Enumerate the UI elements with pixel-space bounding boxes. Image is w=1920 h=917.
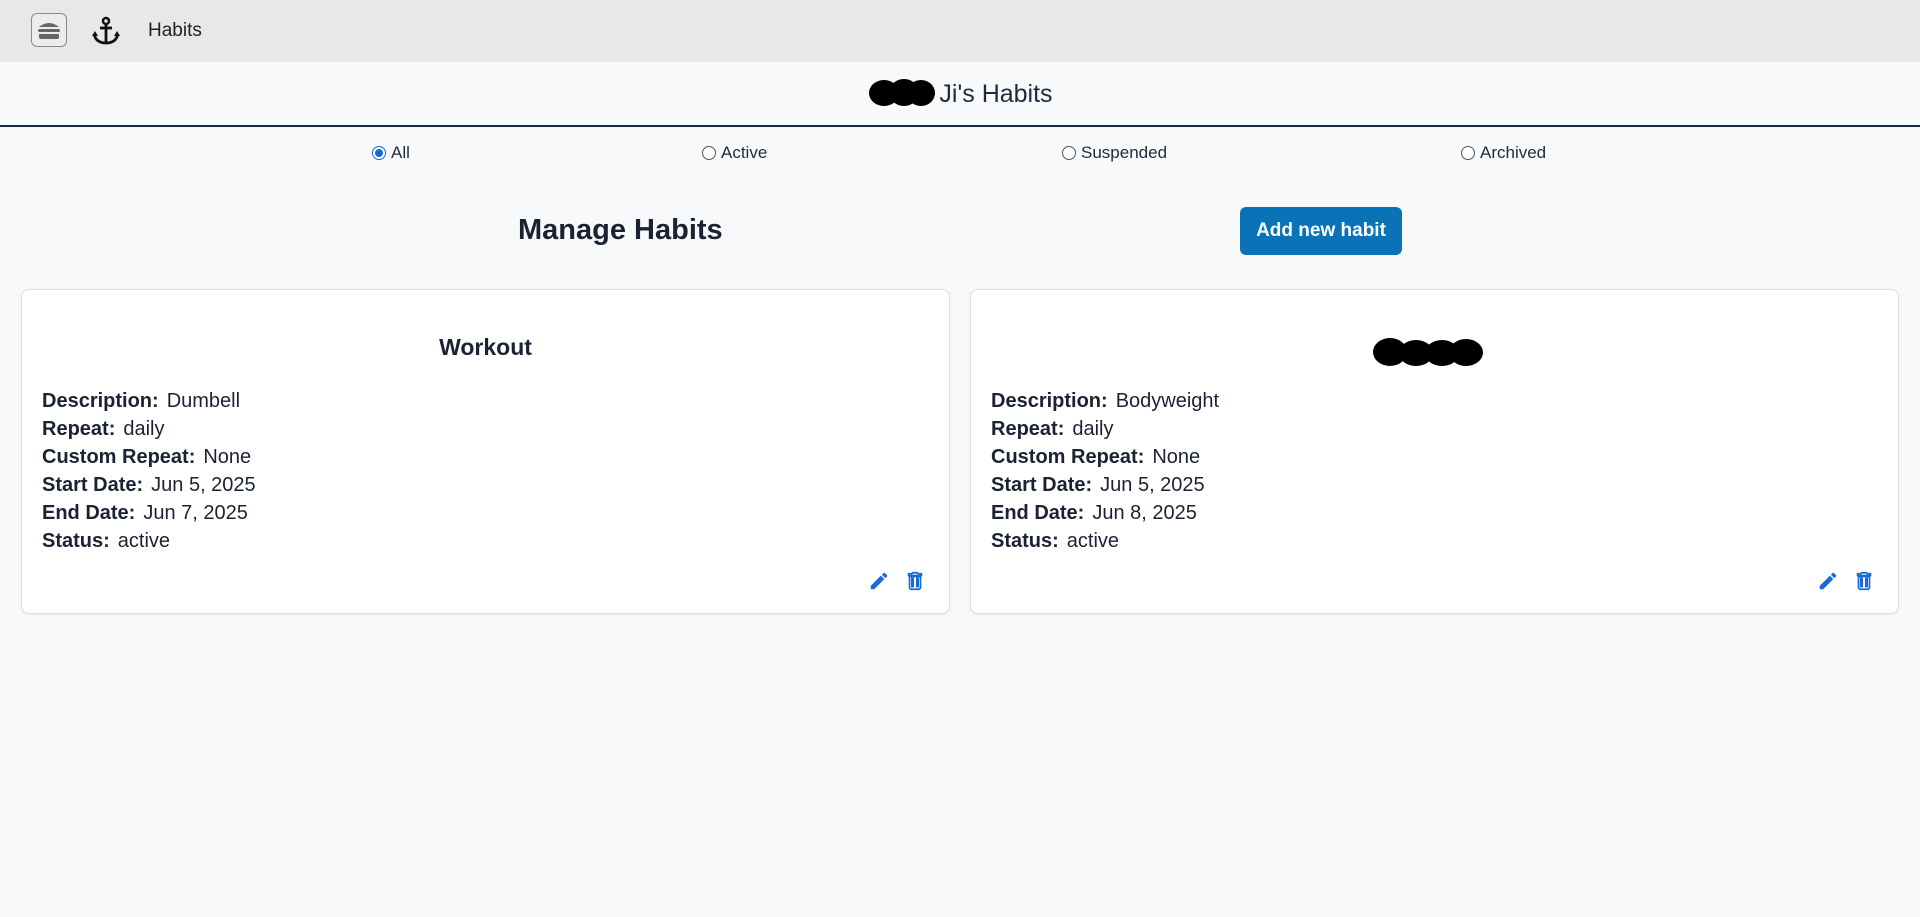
trash-icon[interactable] <box>903 569 927 593</box>
redacted-habit-title <box>1371 335 1501 367</box>
menu-button[interactable] <box>31 13 67 47</box>
custom-repeat-label: Custom Repeat: <box>991 446 1145 468</box>
filter-archived[interactable]: Archived <box>1461 143 1546 163</box>
page-title: Ji's Habits <box>0 77 1920 110</box>
status-label: Status: <box>991 530 1059 552</box>
end-date-value: Jun 7, 2025 <box>143 502 248 524</box>
radio-all[interactable] <box>372 146 386 160</box>
status-row: Status: active <box>42 527 256 555</box>
description-value: Dumbell <box>166 390 241 412</box>
card-actions <box>1816 569 1876 593</box>
status-value: active <box>1066 530 1120 552</box>
filter-active[interactable]: Active <box>702 143 767 163</box>
description-value: Bodyweight <box>1115 390 1220 412</box>
anchor-icon[interactable] <box>89 14 123 48</box>
page-header: Ji's Habits <box>0 62 1920 127</box>
description-row: Description: Bodyweight <box>991 387 1219 415</box>
end-date-label: End Date: <box>42 502 136 524</box>
trash-icon[interactable] <box>1852 569 1876 593</box>
radio-suspended[interactable] <box>1062 146 1076 160</box>
status-filter-group: All Active Suspended Archived <box>0 143 1920 167</box>
nav-habits-link[interactable]: Habits <box>148 20 202 42</box>
description-label: Description: <box>991 390 1108 412</box>
start-date-label: Start Date: <box>991 474 1093 496</box>
custom-repeat-value: None <box>1152 446 1201 468</box>
start-date-value: Jun 5, 2025 <box>1100 474 1205 496</box>
filter-suspended-label: Suspended <box>1081 143 1168 162</box>
card-actions <box>867 569 927 593</box>
end-date-value: Jun 8, 2025 <box>1092 502 1197 524</box>
custom-repeat-row: Custom Repeat: None <box>991 443 1219 471</box>
habit-card: Workout Description: Dumbell Repeat: daily… <box>21 289 950 614</box>
filter-suspended[interactable]: Suspended <box>1062 143 1167 163</box>
habit-card: Description: Bodyweight Repeat: daily Cust… <box>970 289 1899 614</box>
habit-details: Description: Bodyweight Repeat: daily Cust… <box>991 387 1219 555</box>
end-date-label: End Date: <box>991 502 1085 524</box>
custom-repeat-value: None <box>203 446 252 468</box>
start-date-row: Start Date: Jun 5, 2025 <box>991 471 1219 499</box>
filter-archived-label: Archived <box>1480 143 1547 162</box>
repeat-label: Repeat: <box>42 418 116 440</box>
add-habit-button[interactable]: Add new habit <box>1240 207 1402 255</box>
edit-icon[interactable] <box>867 569 891 593</box>
radio-archived[interactable] <box>1461 146 1475 160</box>
repeat-label: Repeat: <box>991 418 1065 440</box>
radio-active[interactable] <box>702 146 716 160</box>
habit-title: Workout <box>439 334 532 360</box>
end-date-row: End Date: Jun 7, 2025 <box>42 499 256 527</box>
habit-details: Description: Dumbell Repeat: daily Custom … <box>42 387 256 555</box>
hamburger-icon <box>38 23 60 39</box>
status-label: Status: <box>42 530 110 552</box>
redacted-name <box>867 77 937 107</box>
repeat-row: Repeat: daily <box>42 415 256 443</box>
filter-active-label: Active <box>721 143 768 162</box>
page-title-text: Ji's Habits <box>939 80 1053 108</box>
custom-repeat-row: Custom Repeat: None <box>42 443 256 471</box>
repeat-value: daily <box>123 418 165 440</box>
filter-all-label: All <box>391 143 410 162</box>
description-row: Description: Dumbell <box>42 387 256 415</box>
edit-icon[interactable] <box>1816 569 1840 593</box>
top-navbar: Habits <box>0 0 1920 62</box>
end-date-row: End Date: Jun 8, 2025 <box>991 499 1219 527</box>
repeat-row: Repeat: daily <box>991 415 1219 443</box>
section-title: Manage Habits <box>518 214 723 246</box>
status-value: active <box>117 530 171 552</box>
status-row: Status: active <box>991 527 1219 555</box>
start-date-row: Start Date: Jun 5, 2025 <box>42 471 256 499</box>
start-date-label: Start Date: <box>42 474 144 496</box>
description-label: Description: <box>42 390 159 412</box>
custom-repeat-label: Custom Repeat: <box>42 446 196 468</box>
filter-all[interactable]: All <box>372 143 410 163</box>
repeat-value: daily <box>1072 418 1114 440</box>
start-date-value: Jun 5, 2025 <box>151 474 256 496</box>
